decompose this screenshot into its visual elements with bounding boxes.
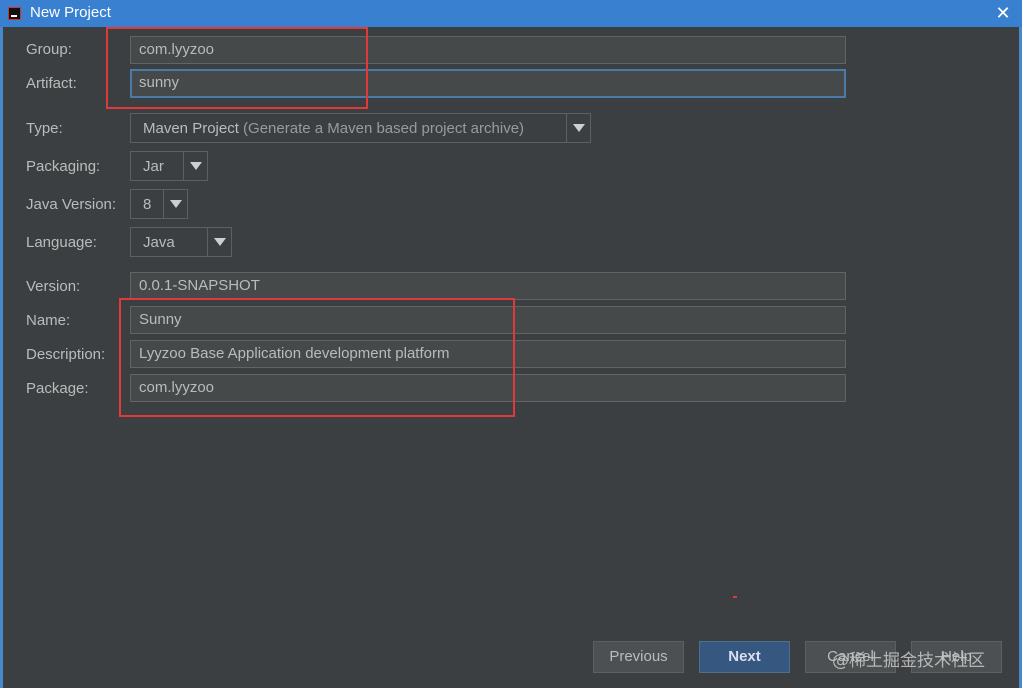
watermark-text: @稀土掘金技术社区 (832, 651, 985, 671)
window-frame-left (0, 27, 3, 688)
language-dropdown[interactable]: Java (130, 227, 232, 257)
package-label: Package: (26, 380, 89, 397)
highlight-box-name-package (119, 298, 515, 417)
description-label: Description: (26, 346, 106, 363)
chevron-down-icon[interactable] (207, 228, 231, 256)
language-label: Language: (26, 234, 97, 251)
group-label: Group: (26, 41, 72, 58)
language-value: Java (143, 233, 175, 251)
highlight-box-group-artifact (106, 27, 368, 109)
packaging-value: Jar (143, 157, 164, 175)
type-hint: (Generate a Maven based project archive) (243, 119, 525, 137)
previous-button[interactable]: Previous (593, 641, 684, 673)
packaging-dropdown[interactable]: Jar (130, 151, 208, 181)
type-value: Maven Project (Generate a Maven based pr… (131, 120, 566, 137)
chevron-down-icon[interactable] (183, 152, 207, 180)
java-version-value: 8 (143, 195, 152, 213)
title-bar: New Project ✕ (0, 0, 1022, 27)
intellij-app-icon (8, 7, 21, 20)
next-button[interactable]: Next (699, 641, 790, 673)
chevron-down-icon[interactable] (163, 190, 187, 218)
version-label: Version: (26, 278, 81, 295)
name-label: Name: (26, 312, 71, 329)
chevron-down-icon[interactable] (566, 114, 590, 142)
window-title: New Project (30, 4, 111, 21)
java-version-dropdown[interactable]: 8 (130, 189, 188, 219)
type-dropdown[interactable]: Maven Project (Generate a Maven based pr… (130, 113, 591, 143)
type-label: Type: (26, 120, 63, 137)
type-selected: Maven Project (143, 119, 239, 137)
red-mark (733, 596, 737, 598)
close-icon[interactable]: ✕ (992, 2, 1014, 24)
artifact-label: Artifact: (26, 75, 77, 92)
java-version-label: Java Version: (26, 196, 117, 213)
packaging-label: Packaging: (26, 158, 101, 175)
version-field[interactable]: 0.0.1-SNAPSHOT (130, 272, 846, 300)
